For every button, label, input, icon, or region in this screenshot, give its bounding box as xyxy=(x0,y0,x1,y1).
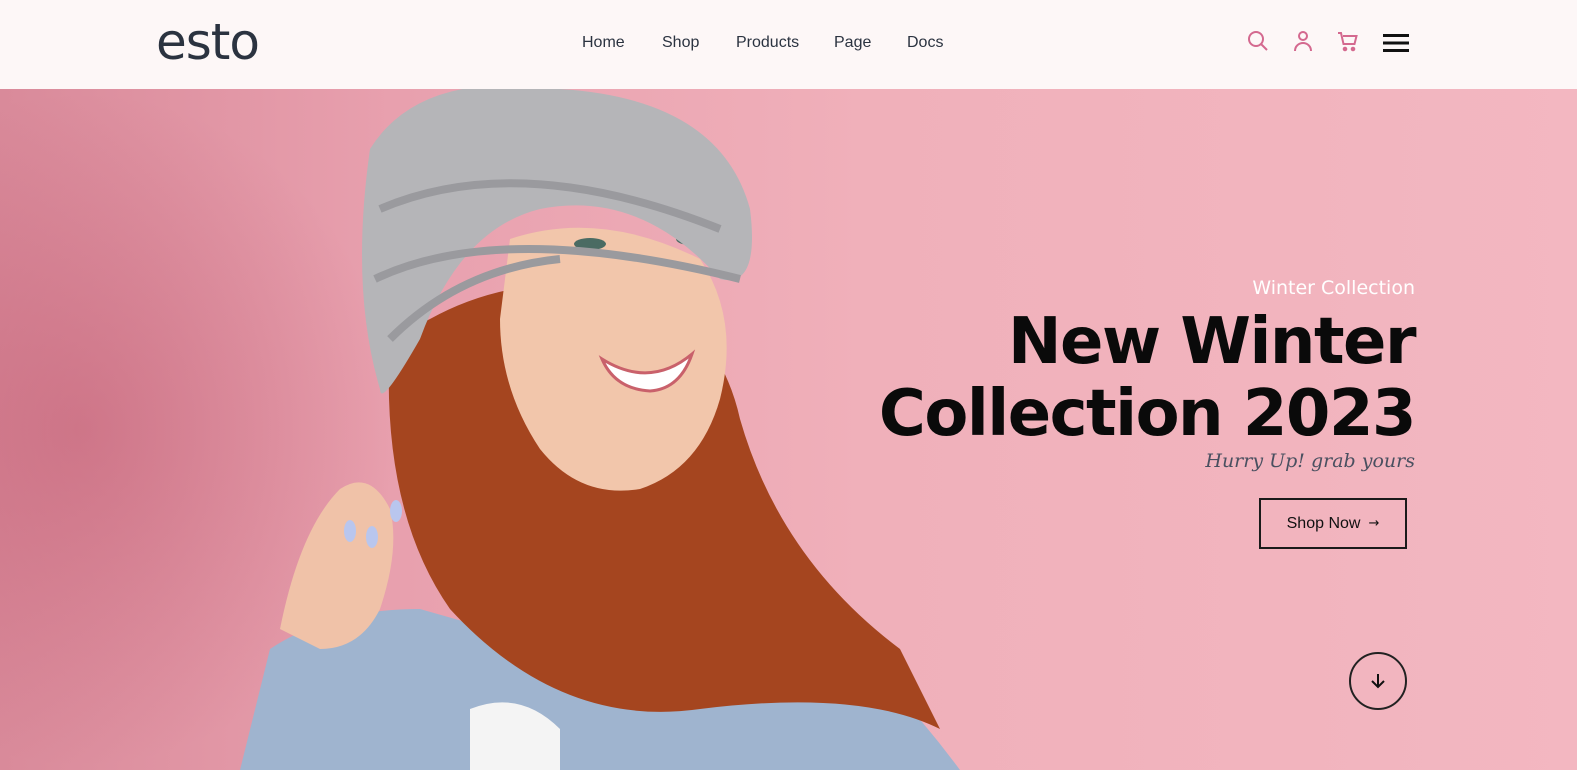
nav-item-products[interactable]: Products xyxy=(736,30,799,56)
cart-icon[interactable] xyxy=(1334,27,1362,55)
hero-eyebrow: Winter Collection xyxy=(1252,277,1415,299)
hero-title-line-2: Collection 2023 xyxy=(878,377,1417,451)
shop-now-button[interactable]: Shop Now → xyxy=(1259,498,1407,549)
scroll-down-button[interactable] xyxy=(1349,652,1407,710)
arrow-right-icon: → xyxy=(1368,516,1380,531)
arrow-down-icon xyxy=(1371,674,1385,689)
hero-banner: Winter Collection New Winter Collection … xyxy=(0,89,1577,770)
site-header: esto Home Shop Products Page Docs xyxy=(0,0,1577,89)
hamburger-menu-icon[interactable] xyxy=(1382,29,1410,57)
nav-item-shop[interactable]: Shop xyxy=(662,30,699,56)
nav-item-docs[interactable]: Docs xyxy=(907,30,943,56)
nav-item-home[interactable]: Home xyxy=(582,30,625,56)
hero-title: New Winter Collection 2023 xyxy=(878,305,1417,451)
user-icon[interactable] xyxy=(1289,27,1317,55)
hero-text-block: Winter Collection New Winter Collection … xyxy=(878,274,1417,476)
shop-now-label: Shop Now xyxy=(1286,514,1361,532)
hero-title-line-1: New Winter xyxy=(1007,305,1417,379)
search-icon[interactable] xyxy=(1244,27,1272,55)
logo[interactable]: esto xyxy=(156,12,260,72)
nav-item-page[interactable]: Page xyxy=(834,30,871,56)
hero-model-image xyxy=(240,89,960,770)
